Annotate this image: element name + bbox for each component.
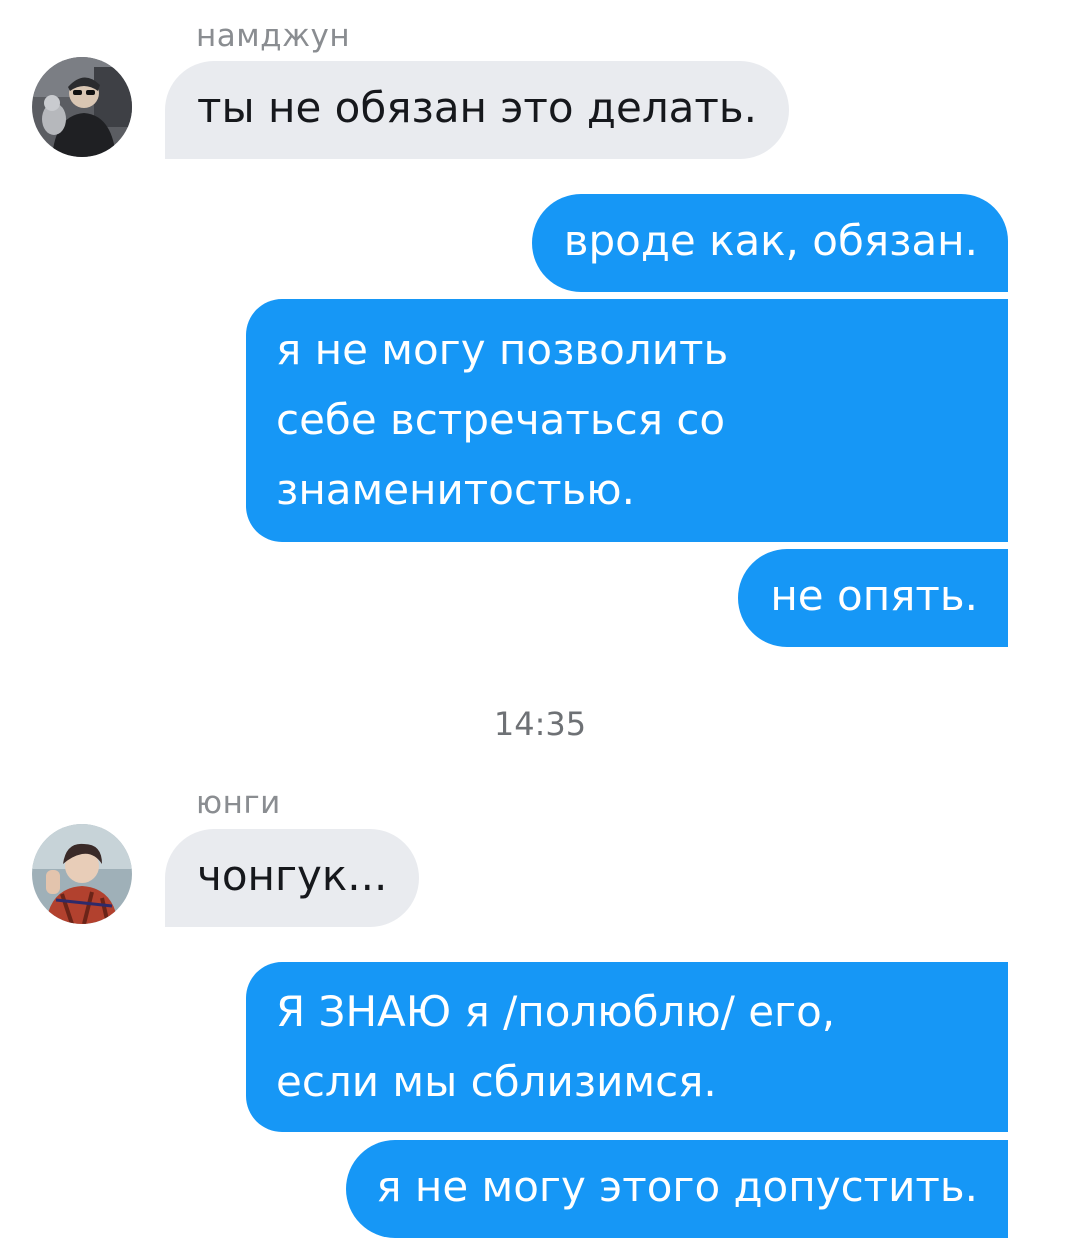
- message-outgoing-2[interactable]: я не могу позволить себе встречаться со …: [246, 299, 1008, 542]
- message-text: чонгук...: [197, 851, 388, 900]
- message-text-line: себе встречаться со: [276, 395, 726, 444]
- message-text-line: если мы сблизимся.: [276, 1057, 717, 1106]
- message-text: вроде как, обязан.: [563, 216, 978, 265]
- message-outgoing-4[interactable]: Я ЗНАЮ я /полюблю/ его, если мы сблизимс…: [246, 962, 1008, 1132]
- message-text: ты не обязан это делать.: [197, 83, 757, 132]
- sender-name-yoongi: юнги: [196, 785, 281, 821]
- message-outgoing-5[interactable]: я не могу этого допустить.: [346, 1140, 1008, 1238]
- message-timestamp: 14:35: [493, 705, 587, 743]
- user-avatar-photo-icon: [32, 824, 132, 924]
- message-incoming-yoongi[interactable]: чонгук...: [165, 829, 420, 927]
- avatar-namjoon[interactable]: [32, 57, 132, 157]
- message-text-line: я не могу позволить: [276, 325, 729, 374]
- message-text-line: Я ЗНАЮ я /полюблю/ его,: [276, 987, 836, 1036]
- message-outgoing-1[interactable]: вроде как, обязан.: [531, 194, 1008, 292]
- message-text: я не могу этого допустить.: [376, 1162, 978, 1211]
- message-text: не опять.: [770, 571, 978, 620]
- sender-name-namjoon: намджун: [196, 18, 351, 54]
- message-text-line: знаменитостью.: [276, 465, 635, 514]
- avatar-yoongi[interactable]: [32, 824, 132, 924]
- message-outgoing-3[interactable]: не опять.: [738, 549, 1008, 647]
- user-avatar-photo-icon: [32, 57, 132, 157]
- message-incoming-namjoon[interactable]: ты не обязан это делать.: [165, 61, 789, 159]
